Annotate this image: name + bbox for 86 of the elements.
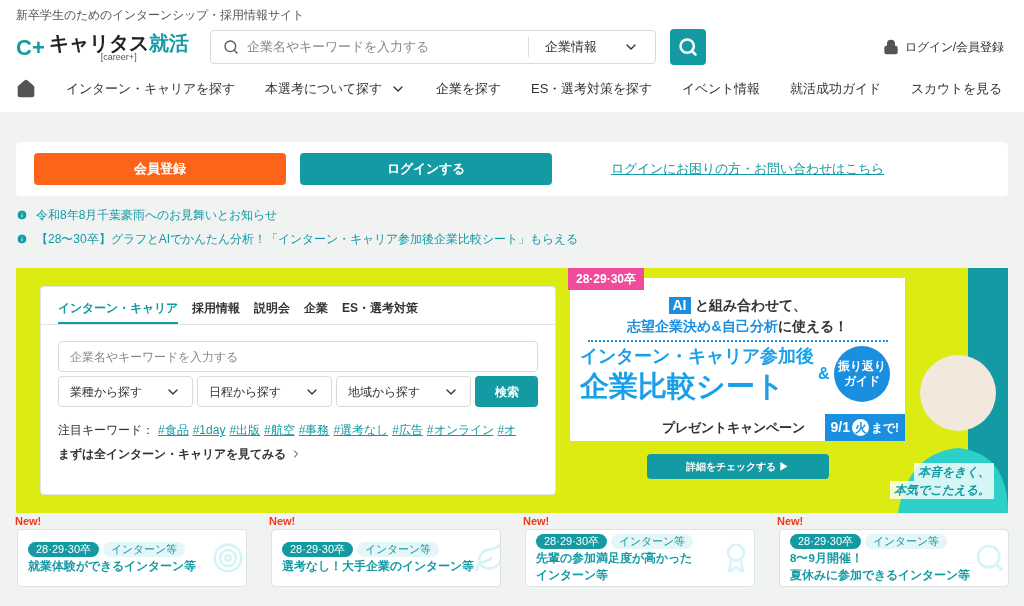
card-title: 選考なし！大手企業のインターン等 (282, 559, 474, 574)
site-logo[interactable]: C+ キャリタス就活 [career+] (16, 30, 206, 64)
promo-title-large: 企業比較シート (580, 368, 786, 404)
feature-card[interactable]: 28·29·30卒 インターン等 就業体験ができるインターン等 (17, 529, 247, 587)
new-label: New! (269, 516, 296, 527)
graduation-tag: 28·29·30卒 (536, 534, 608, 550)
category-tag: インターン等 (103, 542, 186, 558)
keyword-link[interactable]: #食品 (158, 421, 189, 439)
search-tab[interactable]: ES・選考対策 (342, 299, 418, 324)
card-title: 先輩の参加満足度が高かった (536, 551, 693, 566)
keyword-input[interactable]: 企業名やキーワードを入力する (58, 341, 538, 372)
guide-text: 振り返り (837, 359, 886, 375)
help-link[interactable]: ログインにお困りの方・お問い合わせはこちら (611, 159, 884, 179)
promo-subtitle: 志望企業決め&自己分析に使える！ (627, 317, 848, 336)
lock-icon (882, 39, 899, 55)
catchphrase-text: 本気でこたえる。 (890, 481, 994, 499)
nav-link[interactable]: 本選考について探す (265, 79, 406, 99)
search-icon (678, 37, 698, 57)
keyword-link[interactable]: #1day (192, 421, 226, 439)
nav-link[interactable]: スカウトを見る (911, 79, 1003, 99)
new-label: New! (777, 516, 804, 527)
target-icon (212, 542, 244, 574)
promo-lead: と組み合わせて、 (694, 296, 807, 315)
search-field[interactable]: 企業名やキーワードを入力する 企業情報 (210, 30, 656, 64)
weekday-text: 火 (852, 419, 869, 436)
all-internships-link[interactable]: まずは全インターン・キャリアを見てみる (58, 445, 538, 463)
info-icon (16, 209, 28, 221)
keyword-link[interactable]: #オンライン (426, 421, 494, 439)
leaf-icon (474, 542, 500, 574)
nav-link[interactable]: 就活成功ガイド (790, 79, 882, 99)
graduation-tag: 28·29·30卒 (282, 542, 354, 558)
keyword-link[interactable]: #オ (497, 421, 517, 439)
new-label: New! (15, 516, 42, 527)
search-button[interactable] (670, 29, 706, 65)
campaign-text: プレゼントキャンペーン (662, 418, 805, 437)
ai-badge: AI (668, 296, 691, 315)
feature-card[interactable]: 28·29·30卒 インターン等 8〜9月開催！ 夏休みに参加できるインターン等 (779, 529, 1009, 587)
keyword-link[interactable]: #広告 (392, 421, 423, 439)
category-tag: インターン等 (611, 534, 694, 550)
magnifier-icon (974, 542, 1006, 574)
search-tab[interactable]: 企業 (304, 299, 328, 324)
category-tag: インターン等 (357, 542, 440, 558)
keywords-label: 注目キーワード： (58, 422, 154, 439)
keyword-link[interactable]: #航空 (264, 421, 295, 439)
filter-select[interactable]: 業種から探す (58, 376, 193, 407)
home-icon[interactable] (16, 79, 36, 99)
promo-title: インターン・キャリア参加後 (580, 345, 814, 368)
feature-card[interactable]: 28·29·30卒 インターン等 先輩の参加満足度が高かった インターン等 (525, 529, 755, 587)
card-title: インターン等 (536, 567, 609, 582)
nav-link[interactable]: 企業を探す (436, 79, 501, 99)
notice-link[interactable]: 令和8年8月千葉豪雨へのお見舞いとお知らせ (36, 206, 278, 224)
login-button[interactable]: ログインする (300, 153, 552, 185)
notice-link[interactable]: 【28〜30卒】グラフとAIでかんたん分析！「インターン・キャリア参加後企業比較シート」もらえる (36, 230, 579, 248)
ampersand-text: & (818, 364, 830, 385)
graduation-tag: 28·29·30卒 (28, 542, 100, 558)
login-link[interactable]: ログイン/会員登録 (882, 38, 1004, 56)
filter-select[interactable]: 地域から探す (336, 376, 471, 407)
keyword-link[interactable]: #事務 (298, 421, 330, 439)
category-select[interactable]: 企業情報 (529, 37, 655, 57)
keyword-link[interactable]: #出版 (229, 421, 261, 439)
filter-select[interactable]: 日程から探す (197, 376, 332, 407)
keyword-link[interactable]: #選考なし (333, 421, 389, 439)
category-tag: インターン等 (865, 534, 948, 550)
search-tab[interactable]: インターン・キャリア (58, 299, 178, 324)
feature-card[interactable]: 28·29·30卒 インターン等 選考なし！大手企業のインターン等 (271, 529, 501, 587)
search-tab[interactable]: 採用情報 (192, 299, 240, 324)
info-icon (16, 233, 28, 245)
new-label: New! (523, 516, 550, 527)
nav-link[interactable]: インターン・キャリアを探す (66, 79, 235, 99)
card-title: 夏休みに参加できるインターン等 (790, 567, 971, 582)
details-button[interactable]: 詳細をチェックする ▶ (646, 454, 829, 479)
search-submit-button[interactable]: 検索 (475, 376, 538, 407)
search-icon (223, 39, 239, 55)
nav-link[interactable]: ES・選考対策を探す (531, 79, 653, 99)
search-tab[interactable]: 説明会 (254, 299, 290, 324)
site-tagline: 新卒学生のためのインターンシップ・採用情報サイト (16, 7, 305, 24)
catchphrase-text: 本音をきく、 (914, 463, 994, 481)
until-text: まで! (871, 419, 899, 437)
card-title: 8〜9月開催！ (790, 551, 864, 566)
nav-link[interactable]: イベント情報 (682, 79, 761, 99)
graduation-badge: 28·29·30卒 (568, 268, 645, 290)
guide-text: ガイド (843, 374, 880, 390)
graduation-tag: 28·29·30卒 (790, 534, 862, 550)
card-title: 就業体験ができるインターン等 (28, 559, 197, 574)
deadline-date: 9/1 (830, 418, 850, 437)
register-button[interactable]: 会員登録 (34, 153, 286, 185)
